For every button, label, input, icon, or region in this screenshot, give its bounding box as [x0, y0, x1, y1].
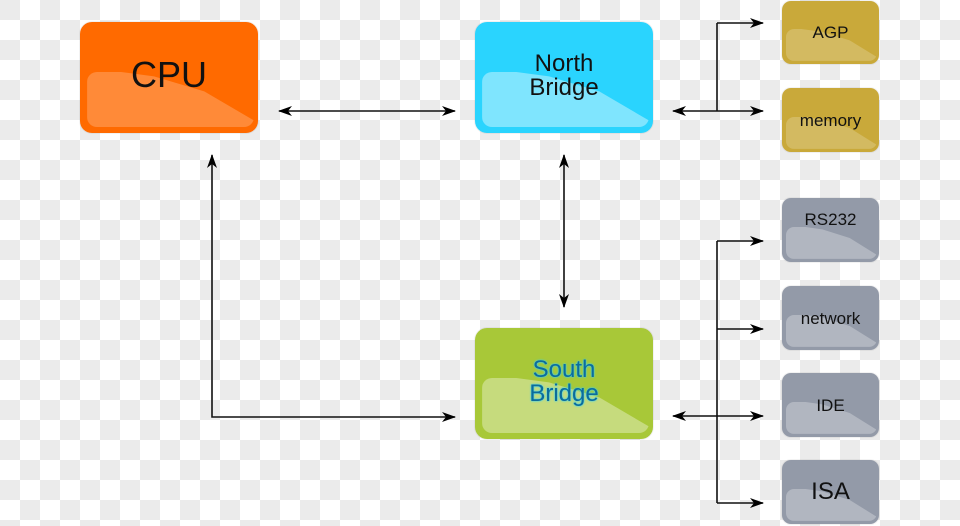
cpu-node[interactable]: CPU [80, 22, 258, 133]
memory-label: memory [799, 110, 862, 130]
network-label: network [800, 308, 861, 328]
network-node[interactable]: network [782, 286, 879, 350]
ide-node[interactable]: IDE [782, 373, 879, 437]
gloss-highlight [785, 226, 878, 259]
ide-label: IDE [816, 395, 845, 415]
south-bridge-label: South Bridge [529, 355, 599, 407]
north-bridge-node[interactable]: North Bridge [475, 22, 653, 133]
cpu-label: CPU [130, 53, 207, 95]
north-bridge-line2: Bridge [529, 73, 599, 101]
south-bridge-line1: South [532, 355, 596, 383]
north-bridge-line1: North [534, 49, 594, 77]
rs232-node[interactable]: RS232 [782, 198, 879, 262]
isa-node[interactable]: ISA [782, 460, 879, 524]
south-bridge-node[interactable]: South Bridge [475, 328, 653, 439]
isa-label: ISA [811, 478, 850, 505]
south-bridge-line2: Bridge [529, 379, 599, 407]
north-bridge-label: North Bridge [529, 49, 599, 101]
memory-node[interactable]: memory [782, 88, 879, 152]
edge-cpu-southbridge [207, 154, 456, 422]
rs232-label: RS232 [804, 209, 857, 229]
agp-node[interactable]: AGP [782, 1, 879, 64]
agp-label: AGP [812, 23, 849, 42]
